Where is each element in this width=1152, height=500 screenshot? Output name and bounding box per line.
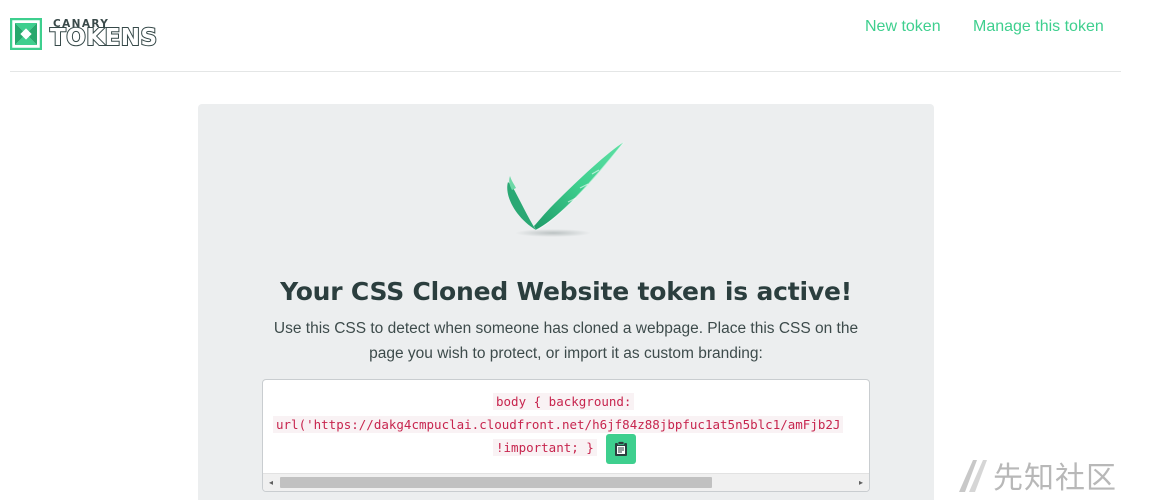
css-code-line-2[interactable]: url('https://dakg4cmpuclai.cloudfront.ne… [273, 416, 844, 433]
new-token-link[interactable]: New token [865, 18, 941, 36]
scroll-left-arrow-icon[interactable]: ◂ [263, 474, 279, 491]
css-code-box[interactable]: body { background: url('https://dakg4cmp… [262, 379, 870, 492]
header-divider [10, 71, 1121, 72]
manage-token-link[interactable]: Manage this token [973, 18, 1104, 36]
token-card: Your CSS Cloned Website token is active!… [198, 104, 934, 500]
canarytokens-logo[interactable]: CANARY TOKENS [10, 18, 200, 51]
scrollbar-thumb[interactable] [280, 477, 712, 488]
watermark-text: 先知社区 [993, 461, 1117, 496]
feather-checkmark-icon [507, 141, 625, 237]
logo-big-text: TOKENS [49, 25, 158, 51]
page-title: Your CSS Cloned Website token is active! [280, 277, 852, 306]
watermark-logo-icon [959, 460, 987, 492]
css-code-line-3[interactable]: !important; } [493, 439, 597, 456]
token-description: Use this CSS to detect when someone has … [273, 320, 859, 362]
css-code-line-1[interactable]: body { background: [493, 393, 635, 410]
horizontal-scrollbar[interactable]: ◂ ▸ [263, 473, 869, 491]
scroll-right-arrow-icon[interactable]: ▸ [853, 474, 869, 491]
logo-wordmark: CANARY TOKENS [49, 18, 200, 51]
copy-button[interactable] [606, 434, 636, 464]
clipboard-icon [615, 441, 627, 456]
canary-logo-icon [10, 18, 42, 50]
page: CANARY TOKENS New token Manage this toke… [0, 0, 1152, 500]
header: CANARY TOKENS New token Manage this toke… [0, 0, 1152, 72]
watermark: 先知社区 [955, 453, 1117, 497]
